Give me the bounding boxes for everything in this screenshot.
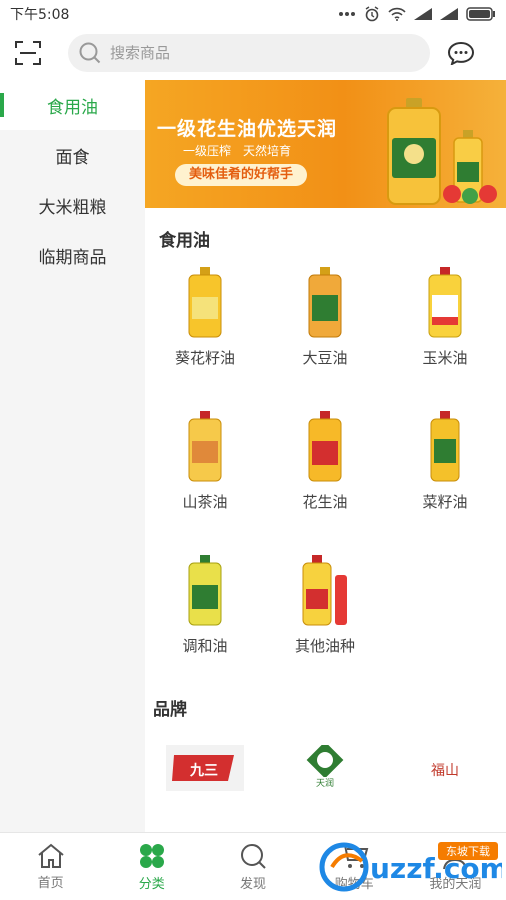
status-time: 下午5:08 [10, 7, 70, 23]
banner-sub-2: 天然培育 [243, 144, 292, 158]
oil-bottle-image [430, 411, 460, 482]
category-corn-oil[interactable]: 玉米油 [385, 257, 505, 401]
banner-title: 一级花生油优选天润 [157, 118, 338, 140]
scan-icon [15, 41, 41, 65]
oil-bottle-image [302, 555, 347, 626]
category-label: 调和油 [182, 637, 228, 655]
category-sunflower-oil[interactable]: 葵花籽油 [145, 257, 265, 401]
watermark-tag: 东坡下载 [446, 845, 490, 858]
search-input[interactable] [110, 44, 390, 62]
category-label: 其他油种 [294, 637, 355, 655]
nav-category[interactable]: 分类 [101, 833, 202, 900]
section-title-edible-oil: 食用油 [159, 231, 210, 251]
nav-home[interactable]: 首页 [0, 833, 101, 900]
signal-icon [414, 8, 432, 20]
discover-icon [241, 843, 266, 869]
banner-tag: 美味佳肴的好帮手 [175, 164, 308, 186]
category-label: 大豆油 [302, 349, 348, 367]
category-other-oil[interactable]: 其他油种 [265, 545, 385, 689]
oil-bottle-image [188, 555, 222, 626]
signal-icon-2 [440, 8, 458, 20]
sidebar-item-label: 大米粗粮 [38, 197, 107, 218]
status-bar: 下午5:08 [0, 0, 506, 28]
sidebar-item-label: 面食 [55, 147, 90, 168]
main-content: 一级花生油优选天润 一级压榨 天然培育 美味佳肴的好帮手 食用油 葵花籽油 大豆… [145, 80, 506, 832]
scan-button[interactable] [0, 28, 56, 78]
search-bar[interactable] [68, 34, 430, 72]
category-blended-oil[interactable]: 调和油 [145, 545, 265, 689]
banner-oil-bottle-image [387, 98, 441, 205]
oil-bottle-image [188, 411, 222, 482]
category-peanut-oil[interactable]: 花生油 [265, 401, 385, 545]
sidebar-item-edible-oil[interactable]: 食用油 [0, 80, 145, 130]
category-rapeseed-oil[interactable]: 菜籽油 [385, 401, 505, 545]
category-label: 玉米油 [422, 349, 468, 367]
banner-vegetables-image [443, 185, 497, 204]
product-grid: 葵花籽油 大豆油 玉米油 山茶油 花生油 菜籽油 调和油 其他油种 [145, 257, 506, 689]
message-icon [447, 41, 475, 65]
oil-bottle-image [428, 267, 462, 338]
battery-icon [466, 7, 495, 21]
message-button[interactable] [430, 28, 492, 78]
category-sidebar: 食用油 面食 大米粗粮 临期商品 [0, 80, 145, 832]
oil-bottle-image [308, 411, 342, 482]
nav-label: 分类 [138, 876, 165, 892]
sidebar-item-label: 食用油 [47, 97, 98, 118]
alarm-icon [365, 6, 379, 22]
section-title-brands: 品牌 [153, 700, 187, 720]
brand-jiusan[interactable]: 九三 [145, 745, 265, 791]
sidebar-item-label: 临期商品 [38, 247, 107, 268]
clover-icon [139, 843, 164, 868]
brand-tianrun-text: 天润 [316, 777, 334, 789]
category-label: 山茶油 [182, 493, 228, 511]
promo-banner[interactable]: 一级花生油优选天润 一级压榨 天然培育 美味佳肴的好帮手 [145, 80, 506, 208]
sidebar-item-noodles[interactable]: 面食 [0, 130, 145, 180]
status-icons [338, 6, 496, 22]
brand-jiusan-logo: 九三 [166, 745, 244, 791]
category-camellia-oil[interactable]: 山茶油 [145, 401, 265, 545]
oil-bottle-image [188, 267, 222, 338]
more-dots-icon [339, 12, 355, 16]
category-label: 花生油 [302, 493, 348, 511]
wifi-icon [388, 7, 406, 21]
brand-fushan-logo: 福山 [431, 763, 459, 779]
category-label: 菜籽油 [422, 493, 468, 511]
nav-label: 首页 [37, 875, 64, 891]
category-soybean-oil[interactable]: 大豆油 [265, 257, 385, 401]
nav-discover[interactable]: 发现 [202, 833, 303, 900]
home-icon [37, 843, 64, 868]
category-label: 葵花籽油 [174, 349, 235, 367]
uzzf-watermark: uzzf.com 东坡下载 [319, 842, 502, 892]
banner-sub-1: 一级压榨 [183, 144, 232, 158]
brand-list: 九三 天润 福山 [145, 738, 506, 798]
brand-tianrun-logo: 天润 [306, 745, 344, 789]
oil-bottle-image [308, 267, 342, 338]
brand-fushan[interactable]: 福山 [385, 745, 505, 791]
sidebar-item-near-expiry[interactable]: 临期商品 [0, 230, 145, 280]
brand-tianrun[interactable]: 天润 [265, 745, 385, 791]
search-icon [79, 42, 101, 64]
nav-label: 发现 [240, 876, 267, 892]
brand-fushan-text: 福山 [431, 763, 459, 779]
brand-jiusan-text: 九三 [189, 763, 218, 779]
top-bar [0, 28, 506, 78]
sidebar-item-rice-grains[interactable]: 大米粗粮 [0, 180, 145, 230]
banner-subtitle: 一级压榨 天然培育 [183, 142, 291, 159]
